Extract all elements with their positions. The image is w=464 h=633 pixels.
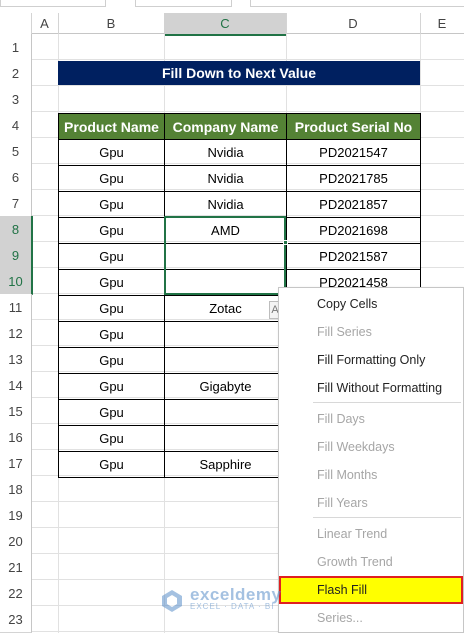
cell-product-name[interactable]: Gpu <box>58 425 165 452</box>
cell-company-name[interactable]: Nvidia <box>164 191 287 218</box>
cell-product-name[interactable]: Gpu <box>58 217 165 244</box>
cell-product-name[interactable]: Gpu <box>58 295 165 322</box>
menu-item-fill-series[interactable]: Fill Series <box>279 318 463 346</box>
cell-company-name[interactable]: Gigabyte <box>164 373 287 400</box>
cell-product-name[interactable]: Gpu <box>58 269 165 296</box>
cell-product-name[interactable]: Gpu <box>58 191 165 218</box>
row-header[interactable]: 3 <box>0 86 32 113</box>
cell-company-name[interactable]: Sapphire <box>164 451 287 478</box>
cell-product-name[interactable]: Gpu <box>58 373 165 400</box>
row-header[interactable]: 23 <box>0 606 32 633</box>
gridline <box>31 111 464 112</box>
column-header-b[interactable]: B <box>58 13 165 34</box>
menu-separator <box>313 402 461 403</box>
row-header[interactable]: 8 <box>0 216 33 243</box>
gridline <box>31 85 464 86</box>
cell-company-name[interactable] <box>164 347 287 374</box>
row-header[interactable]: 11 <box>0 294 32 321</box>
row-header[interactable]: 5 <box>0 138 32 165</box>
cell-serial-no[interactable]: PD2021587 <box>286 243 421 270</box>
select-all-corner[interactable] <box>0 13 32 34</box>
row-header[interactable]: 9 <box>0 242 33 269</box>
sheet-title: Fill Down to Next Value <box>58 61 420 85</box>
watermark-name: exceldemy <box>190 585 282 604</box>
row-header[interactable]: 17 <box>0 450 32 477</box>
row-header[interactable]: 1 <box>0 34 32 61</box>
cell-product-name[interactable]: Gpu <box>58 139 165 166</box>
row-header[interactable]: 4 <box>0 112 32 139</box>
row-header[interactable]: 16 <box>0 424 32 451</box>
column-header-c[interactable]: C <box>164 13 287 36</box>
sheet-top-strip <box>0 0 464 13</box>
row-header[interactable]: 22 <box>0 580 32 607</box>
column-header-a[interactable]: A <box>31 13 59 34</box>
menu-item-copy-cells[interactable]: Copy Cells <box>279 290 463 318</box>
menu-item-fill-without-formatting[interactable]: Fill Without Formatting <box>279 374 463 402</box>
cell-product-name[interactable]: Gpu <box>58 321 165 348</box>
row-header[interactable]: 19 <box>0 502 32 529</box>
header-product-name[interactable]: Product Name <box>58 113 165 140</box>
row-header[interactable]: 21 <box>0 554 32 581</box>
table-row: Gpu Nvidia PD2021785 <box>58 165 421 192</box>
cell-company-name[interactable] <box>164 399 287 426</box>
menu-item-linear-trend[interactable]: Linear Trend <box>279 520 463 548</box>
cell-product-name[interactable]: Gpu <box>58 451 165 478</box>
cell-product-name[interactable]: Gpu <box>58 243 165 270</box>
column-header-e[interactable]: E <box>420 13 464 34</box>
cell-company-name[interactable] <box>164 321 287 348</box>
auto-fill-options-menu: Copy Cells Fill Series Fill Formatting Onl… <box>278 287 464 633</box>
top-tab <box>250 0 464 7</box>
cell-company-name[interactable]: Nvidia <box>164 165 287 192</box>
menu-separator <box>313 517 461 518</box>
cell-product-name[interactable]: Gpu <box>58 347 165 374</box>
top-tab <box>135 0 232 7</box>
cell-product-name[interactable]: Gpu <box>58 165 165 192</box>
cell-serial-no[interactable]: PD2021785 <box>286 165 421 192</box>
exceldemy-logo-icon <box>162 590 182 612</box>
menu-item-fill-years[interactable]: Fill Years <box>279 489 463 517</box>
row-header[interactable]: 13 <box>0 346 32 373</box>
fill-handle[interactable] <box>283 240 288 245</box>
table-row: Gpu Nvidia PD2021547 <box>58 139 421 166</box>
row-header[interactable]: 2 <box>0 60 32 87</box>
exceldemy-watermark: exceldemy EXCEL · DATA · BI <box>160 584 310 618</box>
row-header[interactable]: 7 <box>0 190 32 217</box>
cell-product-name[interactable]: Gpu <box>58 399 165 426</box>
cell-serial-no[interactable]: PD2021547 <box>286 139 421 166</box>
row-header[interactable]: 15 <box>0 398 32 425</box>
table-header-row: Product Name Company Name Product Serial… <box>58 113 421 140</box>
cell-serial-no[interactable]: PD2021698 <box>286 217 421 244</box>
column-headers: A B C D E <box>0 13 464 36</box>
header-company-name[interactable]: Company Name <box>164 113 287 140</box>
row-header[interactable]: 18 <box>0 476 32 503</box>
cell-company-name[interactable] <box>164 425 287 452</box>
header-product-serial[interactable]: Product Serial No <box>286 113 421 140</box>
cell-selection <box>164 216 286 295</box>
watermark-tagline: EXCEL · DATA · BI <box>190 602 275 611</box>
gridline <box>31 59 464 60</box>
row-header[interactable]: 14 <box>0 372 32 399</box>
row-header[interactable]: 20 <box>0 528 32 555</box>
menu-item-fill-weekdays[interactable]: Fill Weekdays <box>279 433 463 461</box>
row-header[interactable]: 6 <box>0 164 32 191</box>
cell-serial-no[interactable]: PD2021857 <box>286 191 421 218</box>
row-header[interactable]: 10 <box>0 268 33 295</box>
cell-company-name[interactable]: Nvidia <box>164 139 287 166</box>
menu-item-growth-trend[interactable]: Growth Trend <box>279 548 463 576</box>
menu-item-fill-formatting-only[interactable]: Fill Formatting Only <box>279 346 463 374</box>
menu-item-fill-days[interactable]: Fill Days <box>279 405 463 433</box>
row-header[interactable]: 12 <box>0 320 32 347</box>
top-tab <box>0 0 106 7</box>
column-header-d[interactable]: D <box>286 13 421 34</box>
menu-item-fill-months[interactable]: Fill Months <box>279 461 463 489</box>
table-row: Gpu Nvidia PD2021857 <box>58 191 421 218</box>
